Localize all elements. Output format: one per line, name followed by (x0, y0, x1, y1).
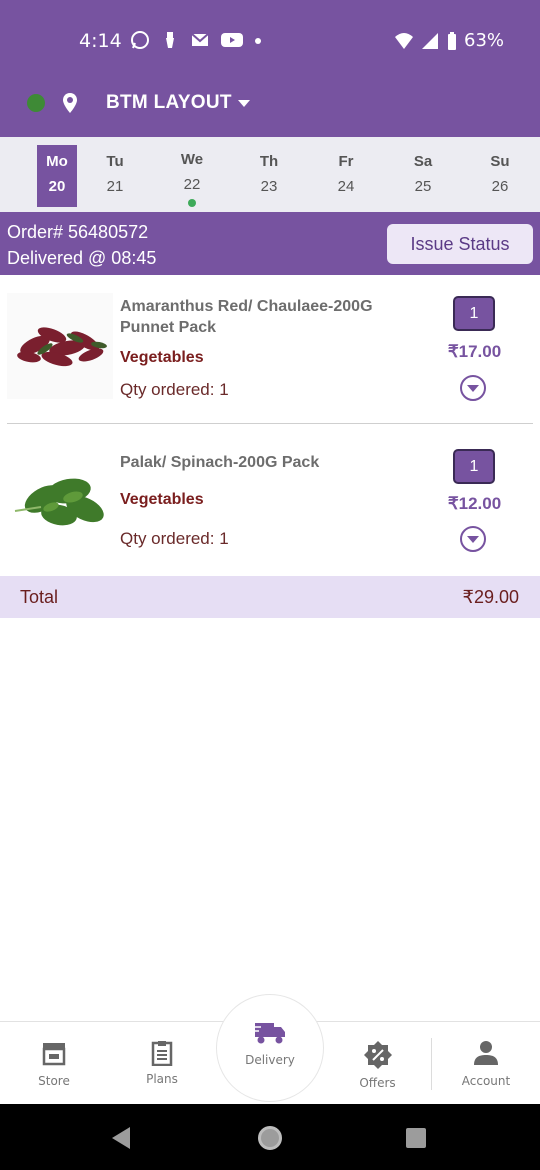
recents-icon[interactable] (406, 1128, 426, 1148)
product-price: ₹17.00 (447, 342, 502, 361)
item-divider (7, 423, 533, 424)
day-tu[interactable]: Tu 21 (77, 137, 153, 212)
day-name: Tu (106, 153, 124, 170)
day-name: Sa (413, 153, 433, 170)
chevron-down-icon[interactable] (459, 374, 487, 402)
gmail-icon (190, 30, 210, 50)
dot-icon (254, 30, 262, 50)
order-total-bar: Total ₹29.00 (0, 576, 540, 618)
day-number: 26 (491, 178, 509, 195)
store-status-dot (27, 94, 45, 112)
nav-label: Delivery (245, 1053, 295, 1067)
nav-label: Store (38, 1074, 70, 1088)
day-number: 23 (260, 178, 278, 195)
location-pin-icon (62, 92, 78, 119)
order-item: Palak/ Spinach-200G Pack Vegetables Qty … (7, 449, 533, 559)
chevron-down-icon[interactable] (459, 525, 487, 553)
product-category: Vegetables (120, 349, 204, 366)
day-number: 25 (414, 178, 432, 195)
person-icon (473, 1040, 499, 1069)
product-price: ₹12.00 (447, 494, 502, 513)
nav-account[interactable]: Account (432, 1022, 540, 1105)
day-name: Mo (46, 153, 68, 170)
home-icon[interactable] (258, 1126, 282, 1150)
status-time: 4:14 (79, 30, 122, 52)
order-summary-bar: Order# 56480572 Delivered @ 08:45 Issue … (0, 212, 540, 275)
nav-store[interactable]: Store (0, 1022, 108, 1105)
delivery-time: Delivered @ 08:45 (7, 248, 157, 268)
clipboard-icon (150, 1040, 174, 1069)
qty-ordered: Qty ordered: 1 (120, 380, 229, 399)
signal-icon (420, 31, 440, 51)
status-bar: 4:14 63% (0, 0, 540, 80)
top-header: 4:14 63% BTM LAYOUT (0, 0, 540, 137)
spinach-product-image (7, 449, 113, 555)
quantity-box[interactable]: 1 (453, 449, 495, 484)
date-selector: Mo 20 Tu 21 We 22 Th 23 Fr 24 Sa 25 Su 2… (0, 137, 540, 212)
qty-ordered: Qty ordered: 1 (120, 529, 229, 548)
day-sa[interactable]: Sa 25 (385, 137, 461, 212)
location-selector[interactable]: BTM LAYOUT (0, 86, 540, 122)
order-item: Amaranthus Red/ Chaulaee-200G Punnet Pac… (7, 293, 533, 403)
day-name: Fr (338, 153, 354, 170)
system-navigation-bar (0, 1104, 540, 1170)
day-number: 24 (337, 178, 355, 195)
chevron-down-icon[interactable] (238, 100, 250, 107)
nav-delivery[interactable]: Delivery (216, 1022, 324, 1105)
product-name[interactable]: Palak/ Spinach-200G Pack (120, 452, 410, 473)
whatsapp-icon (130, 30, 150, 50)
offer-badge-icon (363, 1040, 393, 1073)
day-we[interactable]: We 22 (154, 137, 230, 212)
system-status-icons: 63% (394, 30, 504, 51)
day-th[interactable]: Th 23 (231, 137, 307, 212)
day-number: 21 (106, 178, 124, 195)
flashlight-notification-icon (160, 30, 180, 50)
day-fr[interactable]: Fr 24 (308, 137, 384, 212)
bottom-navigation: Store Plans Delivery Offers Account (0, 994, 540, 1105)
quantity-box[interactable]: 1 (453, 296, 495, 331)
issue-status-button[interactable]: Issue Status (387, 224, 533, 264)
day-name: We (180, 151, 204, 168)
amaranthus-product-image (7, 293, 113, 399)
nav-plans[interactable]: Plans (108, 1022, 216, 1105)
nav-label: Plans (146, 1072, 178, 1086)
store-icon (41, 1040, 67, 1069)
nav-label: Account (461, 1074, 511, 1088)
day-name: Th (259, 153, 279, 170)
notification-icons (130, 30, 262, 50)
order-number: Order# 56480572 (7, 222, 149, 242)
day-number: 22 (183, 176, 201, 193)
nav-label: Offers (359, 1076, 396, 1090)
delivery-marker-dot (188, 199, 196, 207)
battery-icon (446, 31, 458, 51)
product-name[interactable]: Amaranthus Red/ Chaulaee-200G Punnet Pac… (120, 296, 410, 338)
youtube-icon (220, 30, 244, 50)
delivery-truck-icon (253, 1020, 287, 1049)
back-icon[interactable] (112, 1127, 130, 1149)
total-label: Total (20, 587, 59, 607)
product-category: Vegetables (120, 491, 204, 508)
day-mo[interactable]: Mo 20 (0, 137, 77, 212)
total-amount: ₹29.00 (462, 587, 520, 607)
location-label[interactable]: BTM LAYOUT (106, 92, 232, 114)
wifi-icon (394, 31, 414, 51)
day-number: 20 (48, 178, 66, 195)
day-su[interactable]: Su 26 (462, 137, 538, 212)
order-details-screen: 4:14 63% BTM LAYOUT Mo 20 Tu 21 We 22 Th… (0, 0, 540, 1170)
nav-offers[interactable]: Offers (324, 1022, 431, 1105)
day-name: Su (490, 153, 510, 170)
battery-percent: 63% (464, 30, 505, 51)
